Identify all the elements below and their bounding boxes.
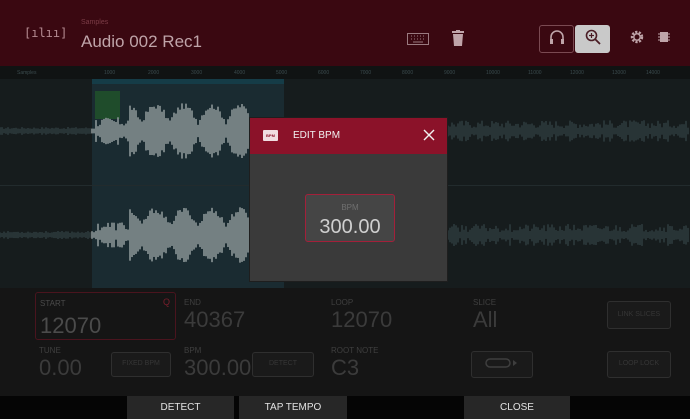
ruler-tick: 12000 (570, 70, 584, 76)
bpm-param[interactable]: BPM 300.00 (184, 346, 251, 379)
bpm-input[interactable]: BPM 300.00 (305, 194, 395, 242)
ruler-tick: 4000 (234, 70, 246, 76)
zoom-icon (585, 29, 601, 50)
ruler-tick: 9000 (444, 70, 456, 76)
headphones-icon (549, 29, 565, 49)
ruler-tick: 5000 (276, 70, 288, 76)
ruler-tick: 1000 (104, 70, 116, 76)
header: [ılıı] Samples Audio 002 Rec1 (0, 0, 690, 66)
tune-label: TUNE (39, 346, 61, 355)
close-button[interactable]: CLOSE (464, 396, 570, 419)
loop-field[interactable]: LOOP 12070 (331, 298, 392, 331)
start-label: START (40, 299, 66, 308)
loop-label: LOOP (331, 298, 354, 307)
waveform-icon: [ılıı] (24, 26, 68, 40)
zoom-button[interactable] (575, 25, 610, 53)
gear-icon[interactable] (629, 29, 645, 50)
settings-icon[interactable] (658, 30, 670, 49)
edit-controls: START 12070 Q END 40367 LOOP 12070 SLICE… (0, 288, 690, 396)
tap-tempo-button[interactable]: TAP TEMPO (239, 396, 347, 419)
start-field[interactable]: START 12070 Q (35, 292, 176, 340)
track-label: Samples (17, 70, 37, 76)
ruler-tick: 14000 (646, 70, 660, 76)
bpm-field-value: 300.00 (319, 216, 381, 238)
ruler-tick: 10000 (486, 70, 500, 76)
dialog-title: EDIT BPM (293, 130, 341, 141)
slice-value: All (473, 307, 498, 332)
ruler-tick: 13000 (612, 70, 626, 76)
tune-field[interactable]: TUNE 0.00 (39, 346, 82, 379)
ruler-tick: 8000 (402, 70, 414, 76)
start-value: 12070 (40, 313, 102, 338)
ruler-tick: 7000 (360, 70, 372, 76)
ruler-tick: 3000 (191, 70, 203, 76)
root-note-label: ROOT NOTE (331, 346, 379, 355)
loop-value: 12070 (331, 307, 393, 332)
dialog-header: BPM EDIT BPM (250, 118, 447, 154)
footer-bar: DETECT TAP TEMPO CLOSE (0, 396, 690, 419)
program-label: Samples (81, 19, 109, 26)
slice-label: SLICE (473, 298, 497, 307)
loop-lock-button[interactable]: LOOP LOCK (607, 351, 671, 378)
ruler-tick: 6000 (318, 70, 330, 76)
snap-badge: Q (162, 297, 170, 307)
tune-value: 0.00 (39, 355, 82, 380)
loop-mode-button[interactable] (471, 351, 533, 378)
link-slices-button[interactable]: LINK SLICES (607, 301, 671, 329)
close-icon[interactable] (422, 128, 436, 142)
keyboard-icon[interactable] (407, 32, 429, 50)
bpm-field-label: BPM (341, 203, 359, 212)
loop-icon (484, 356, 520, 373)
bpm-badge-icon: BPM (263, 130, 278, 141)
sample-title[interactable]: Audio 002 Rec1 (81, 32, 202, 52)
trash-icon[interactable] (452, 30, 464, 51)
slice-field[interactable]: SLICE All (473, 298, 497, 331)
end-field[interactable]: END 40367 (184, 298, 245, 331)
end-value: 40367 (184, 307, 246, 332)
edit-bpm-dialog: BPM EDIT BPM BPM 300.00 (249, 117, 448, 282)
detect-small-button[interactable]: DETECT (252, 352, 314, 377)
fixed-bpm-button[interactable]: FIXED BPM (111, 352, 171, 377)
timeline-ruler: Samples 1000 2000 3000 4000 5000 6000 70… (0, 66, 690, 79)
bpm-value: 300.00 (184, 355, 252, 380)
bpm-label: BPM (184, 346, 202, 355)
headphones-button[interactable] (539, 25, 574, 53)
end-label: END (184, 298, 201, 307)
detect-button[interactable]: DETECT (127, 396, 234, 419)
root-note-value: C3 (331, 355, 360, 380)
ruler-tick: 11000 (528, 70, 542, 76)
root-note-field[interactable]: ROOT NOTE C3 (331, 346, 378, 379)
ruler-tick: 2000 (148, 70, 160, 76)
